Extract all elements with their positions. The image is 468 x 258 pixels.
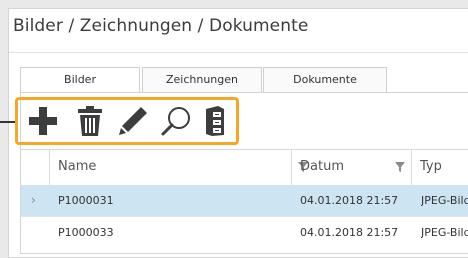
cell-name: P1000031 <box>58 194 114 207</box>
column-header-typ[interactable]: Typ <box>411 150 468 185</box>
search-icon <box>161 107 190 136</box>
column-label-name: Name <box>58 159 97 174</box>
cell-name: P1000033 <box>58 226 114 239</box>
cell-typ: JPEG-Bild <box>421 194 468 207</box>
edit-button[interactable] <box>115 104 151 138</box>
column-label-datum: Datum <box>300 159 344 174</box>
expander-header <box>21 150 49 185</box>
tab-bilder[interactable]: Bilder <box>20 67 140 93</box>
archive-button[interactable] <box>197 104 233 138</box>
table-row[interactable]: › P1000031 04.01.2018 21:57 JPEG-Bild <box>21 185 468 216</box>
cell-datum: 04.01.2018 21:57 <box>300 226 399 239</box>
filter-icon[interactable] <box>395 162 405 172</box>
trash-icon <box>78 106 102 136</box>
column-label-typ: Typ <box>420 159 442 174</box>
column-header-datum[interactable]: Datum <box>291 150 411 185</box>
file-cabinet-icon <box>206 106 224 136</box>
pencil-icon <box>119 107 147 135</box>
callout-line <box>0 121 16 123</box>
tab-zeichnungen[interactable]: Zeichnungen <box>142 67 262 93</box>
table-row[interactable]: P1000033 04.01.2018 21:57 JPEG-Bild <box>21 217 468 248</box>
delete-button[interactable] <box>72 104 108 138</box>
add-icon <box>29 107 57 135</box>
cell-typ: JPEG-Bild <box>421 226 468 239</box>
tab-dokumente[interactable]: Dokumente <box>263 67 387 93</box>
cell-datum: 04.01.2018 21:57 <box>300 194 399 207</box>
column-header-name[interactable]: Name <box>49 150 311 185</box>
expand-row-chevron-icon[interactable]: › <box>31 185 36 216</box>
window-title: Bilder / Zeichnungen / Dokumente <box>13 16 309 36</box>
title-divider <box>9 52 468 53</box>
grid-header: Name Datum Typ <box>21 149 468 186</box>
add-button[interactable] <box>25 104 61 138</box>
search-button[interactable] <box>158 104 194 138</box>
